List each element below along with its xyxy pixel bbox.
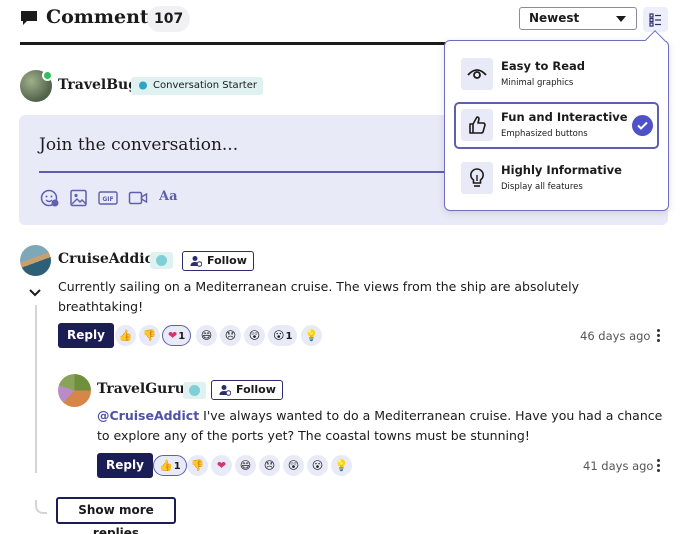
video-icon[interactable]	[128, 189, 148, 207]
reaction-wow[interactable]: 😮	[307, 455, 328, 476]
reply-button[interactable]: Reply	[97, 453, 153, 478]
reaction-surprised[interactable]: 😲	[283, 455, 304, 476]
reaction-wow[interactable]: 😮1	[268, 325, 298, 346]
image-icon[interactable]	[69, 189, 89, 207]
comment-body: Currently sailing on a Mediterranean cru…	[58, 279, 579, 314]
speech-bubble-icon	[139, 81, 147, 90]
eye-icon	[461, 58, 493, 90]
show-more-replies-button[interactable]: Show more replies	[56, 497, 176, 534]
status-badge-label: Conversation Starter	[153, 80, 257, 91]
gif-icon-label: GIF	[102, 196, 113, 203]
reply-connector	[35, 500, 47, 514]
comment-author[interactable]: CruiseAddict	[58, 251, 160, 267]
verified-badge	[183, 382, 206, 399]
reaction-sad[interactable]: 😞	[220, 325, 241, 346]
user-mention[interactable]: @CruiseAddict	[97, 408, 199, 423]
header-divider	[20, 42, 445, 45]
comment-timestamp: 41 days ago	[583, 459, 654, 473]
reaction-laugh[interactable]: 😄	[235, 455, 256, 476]
reaction-thumbs-down[interactable]: 👎	[187, 455, 208, 476]
view-option-subtitle: Minimal graphics	[501, 78, 574, 88]
thumbs-up-icon	[461, 109, 493, 141]
reaction-sad[interactable]: 😞	[259, 455, 280, 476]
sort-select[interactable]: Newest	[519, 7, 637, 30]
page-title: Comments	[46, 6, 160, 28]
online-status-dot	[42, 70, 53, 81]
view-option-title: Fun and Interactive	[501, 110, 628, 124]
reaction-lightbulb[interactable]: 💡	[331, 455, 352, 476]
composer-input[interactable]: Join the conversation...	[39, 135, 238, 155]
follow-button[interactable]: Follow	[182, 251, 254, 271]
emoji-icon[interactable]	[40, 189, 60, 207]
verified-icon	[156, 255, 167, 266]
view-option-subtitle: Emphasized buttons	[501, 129, 588, 139]
collapse-thread-icon[interactable]	[29, 289, 41, 297]
comment-count-badge: 107	[147, 6, 191, 32]
reaction-laugh[interactable]: 😄	[196, 325, 217, 346]
lightbulb-icon	[461, 162, 493, 194]
sort-select-value: Newest	[529, 11, 580, 25]
view-options-menu: Easy to Read Minimal graphics Fun and In…	[444, 30, 669, 211]
list-settings-icon	[649, 13, 661, 27]
view-option-easy-to-read[interactable]: Easy to Read Minimal graphics	[454, 51, 659, 98]
reaction-surprised[interactable]: 😲	[244, 325, 265, 346]
current-user-name: TravelBug	[58, 77, 139, 93]
status-badge: Conversation Starter	[131, 77, 263, 95]
check-icon	[632, 115, 653, 136]
reaction-thumbs-up[interactable]: 👍	[115, 325, 136, 346]
view-option-highly-informative[interactable]: Highly Informative Display all features	[454, 155, 659, 202]
text-format-icon[interactable]: Aa	[159, 189, 178, 204]
reaction-thumbs-up[interactable]: 👍1	[153, 455, 187, 476]
comment-body: @CruiseAddict I've always wanted to do a…	[97, 408, 663, 443]
reaction-thumbs-down[interactable]: 👎	[139, 325, 160, 346]
more-options-icon[interactable]	[657, 459, 661, 473]
add-user-icon	[190, 256, 202, 267]
reply-button[interactable]: Reply	[58, 323, 114, 348]
gif-icon[interactable]: GIF	[98, 189, 118, 207]
verified-badge	[150, 252, 173, 269]
follow-button[interactable]: Follow	[211, 380, 283, 400]
more-options-icon[interactable]	[657, 329, 661, 343]
view-options-button[interactable]	[643, 7, 668, 32]
composer-underline	[39, 171, 479, 173]
chevron-down-icon	[616, 16, 626, 22]
comment-timestamp: 46 days ago	[580, 329, 651, 343]
follow-button-label: Follow	[207, 254, 247, 267]
add-user-icon	[219, 385, 231, 396]
comment-author[interactable]: TravelGuru	[97, 381, 185, 397]
avatar	[20, 245, 51, 276]
reaction-lightbulb[interactable]: 💡	[301, 325, 322, 346]
avatar	[58, 374, 91, 407]
thread-line	[35, 305, 37, 473]
follow-button-label: Follow	[236, 383, 276, 396]
verified-icon	[189, 385, 200, 396]
view-option-subtitle: Display all features	[501, 182, 583, 192]
comments-header: Comments 107 Newest	[20, 4, 668, 34]
view-option-title: Highly Informative	[501, 163, 622, 177]
reaction-heart[interactable]: ❤1	[162, 325, 192, 346]
reaction-heart[interactable]: ❤	[211, 455, 232, 476]
comment-bubble-icon	[21, 11, 37, 25]
view-option-fun-and-interactive[interactable]: Fun and Interactive Emphasized buttons	[454, 102, 659, 149]
view-option-title: Easy to Read	[501, 59, 586, 73]
